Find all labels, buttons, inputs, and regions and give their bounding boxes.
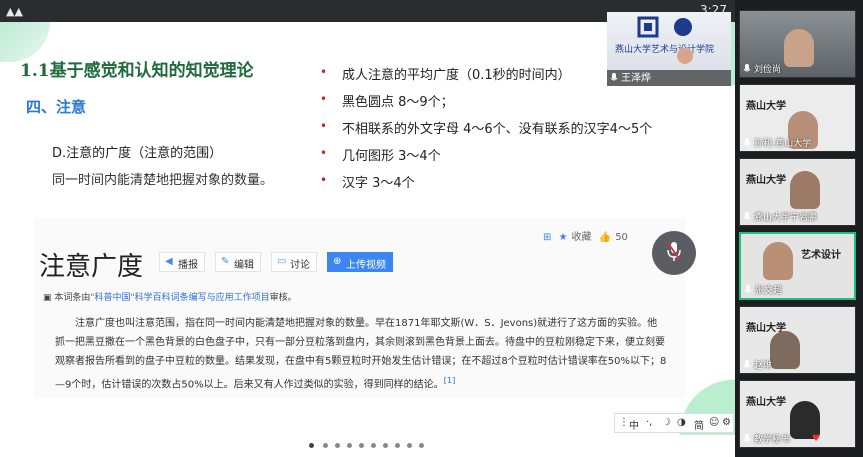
article-paragraph: 注意广度也叫注意范围，指在同一时间内能清楚地把握对象的数量。早在1871年耶文斯… (55, 318, 667, 391)
info-icon: ▣ (43, 293, 55, 303)
page-dot[interactable] (383, 443, 388, 448)
card-actions: ⊞ ★ 收藏 👍 50 (543, 228, 632, 243)
avatar (770, 331, 800, 369)
reference-link[interactable]: [1] (444, 375, 456, 385)
school-logo-icon: 艺术设计 (801, 250, 841, 261)
thumbs-up-icon[interactable]: 👍 (599, 232, 611, 243)
speaker-icon: ◀ (165, 256, 173, 267)
ime-toolbar[interactable]: ⋮ 中 ·, ☽ ◑ 简 ☺ ⚙ (614, 413, 734, 433)
report-button[interactable]: ◀ 播报 (159, 252, 205, 272)
participant-tile[interactable]: 刘俭尚 (739, 10, 856, 78)
avatar (763, 242, 793, 280)
microphone-muted-icon (667, 242, 681, 261)
page-dot[interactable] (335, 443, 340, 448)
participant-name: 刘俭尚 (754, 65, 782, 75)
participant-tile[interactable]: 燕山大学 赵琳 (739, 306, 856, 374)
microphone-icon (743, 138, 751, 146)
participant-name: 赵琳 (754, 361, 773, 371)
participant-list: 刘俭尚 燕山大学 孙利-燕山大学 燕山大学 燕山大学宁岩鹏 艺术设计 张文超 燕… (735, 0, 863, 457)
app-logo-icon: ▲▲ (6, 5, 23, 18)
participant-name: 孙利-燕山大学 (754, 139, 812, 149)
project-link[interactable]: "科普中国"科学百科词条编写与应用工作项目 (90, 293, 269, 303)
moon-icon[interactable]: ☽ (662, 417, 671, 428)
term-title: 注意广度 (39, 252, 144, 282)
school-logo-icon: 燕山大学 (746, 175, 786, 186)
upload-video-button[interactable]: ⊕ 上传视频 (327, 252, 393, 272)
school-logo-icon: 燕山大学 (746, 397, 786, 408)
microphone-icon (743, 64, 751, 72)
svg-text:燕山大学艺术与设计学院: 燕山大学艺术与设计学院 (615, 43, 714, 55)
bullet-icon: • (320, 92, 328, 106)
page-dot[interactable] (323, 443, 328, 448)
discuss-button[interactable]: ▭ 讨论 (271, 252, 317, 272)
slide-pagination[interactable] (0, 435, 735, 457)
page-dot-active[interactable] (309, 443, 314, 448)
favorite-button[interactable]: 收藏 (572, 232, 592, 243)
page-dot[interactable] (407, 443, 412, 448)
microphone-icon (743, 434, 751, 442)
add-icon[interactable]: ⊞ (543, 232, 551, 243)
bullet-icon: • (320, 65, 328, 79)
plus-circle-icon: ⊕ (333, 256, 342, 267)
ime-language[interactable]: 中 (629, 417, 639, 432)
section-heading: 四、注意 (26, 98, 87, 116)
ime-grip-icon: ⋮ (619, 417, 629, 428)
page-dot[interactable] (347, 443, 352, 448)
floating-mic-button[interactable] (652, 231, 696, 275)
microphone-icon (743, 212, 751, 220)
presenter-video[interactable]: 燕山大学艺术与设计学院 王泽烨 (607, 12, 731, 86)
emoji-icon[interactable]: ☺ (709, 417, 719, 428)
encyclopedia-card: ⊞ ★ 收藏 👍 50 注意广度 ◀ 播报 ✎ 编辑 ▭ 讨论 ⊕ 上传视频 ▣ 本词条由"… (35, 218, 685, 398)
participant-name: 张文超 (755, 286, 783, 296)
presenter-name: 王泽烨 (621, 73, 651, 84)
like-count: 50 (615, 232, 628, 243)
page-dot[interactable] (359, 443, 364, 448)
page-dot[interactable] (419, 443, 424, 448)
ime-mode[interactable]: 简 (694, 417, 704, 432)
participant-name: 教学秘书 (754, 435, 791, 445)
edit-button[interactable]: ✎ 编辑 (215, 252, 261, 272)
microphone-icon (744, 285, 752, 293)
star-icon[interactable]: ★ (559, 232, 568, 243)
half-width-icon[interactable]: ◑ (677, 417, 686, 428)
pencil-icon: ✎ (221, 256, 230, 267)
participant-tile[interactable]: 燕山大学 孙利-燕山大学 (739, 84, 856, 152)
bullet-icon: • (320, 119, 328, 133)
slide-title: 1.1基于感觉和认知的知觉理论 (20, 61, 254, 81)
microphone-icon (743, 360, 751, 368)
participant-tile-active-speaker[interactable]: 艺术设计 张文超 (739, 232, 856, 300)
school-logo-icon: 燕山大学 (746, 101, 786, 112)
page-dot[interactable] (395, 443, 400, 448)
school-logo-icon: 燕山大学艺术与设计学院 (615, 16, 714, 64)
bullet-icon: • (320, 173, 328, 187)
review-note: ▣ 本词条由"科普中国"科学百科词条编写与应用工作项目审核。 (43, 293, 297, 303)
punctuation-icon[interactable]: ·, (646, 417, 652, 428)
heart-icon: ♥ (812, 434, 821, 444)
participant-tile[interactable]: 燕山大学 教学秘书 ♥ (739, 380, 856, 448)
participant-tile[interactable]: 燕山大学 燕山大学宁岩鹏 (739, 158, 856, 226)
gear-icon[interactable]: ⚙ (722, 417, 731, 428)
participant-name: 燕山大学宁岩鹏 (754, 213, 818, 223)
microphone-icon (610, 73, 618, 81)
subheading: D.注意的广度（注意的范围） (52, 146, 223, 161)
avatar (784, 29, 814, 67)
chat-icon: ▭ (277, 256, 287, 267)
page-dot[interactable] (371, 443, 376, 448)
definition-text: 同一时间内能清楚地把握对象的数量。 (52, 173, 274, 188)
bullet-icon: • (320, 146, 328, 160)
avatar (790, 171, 820, 209)
